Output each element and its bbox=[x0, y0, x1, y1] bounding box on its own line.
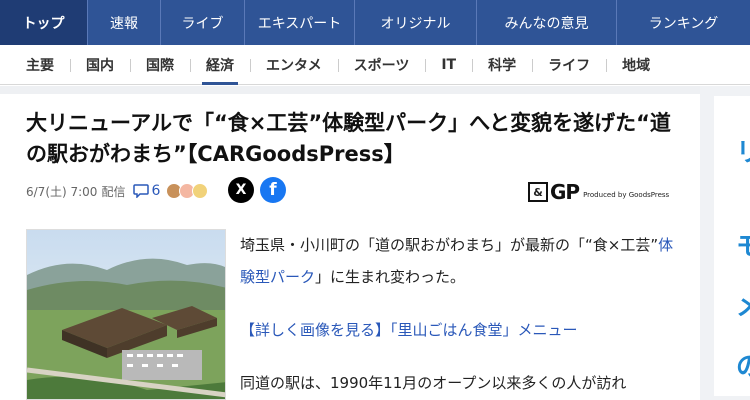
ad-banner[interactable]: リ モ メ の bbox=[714, 96, 750, 396]
category-main[interactable]: 主要 bbox=[10, 45, 70, 85]
top-nav: トップ 速報 ライブ エキスパート オリジナル みんなの意見 ランキング bbox=[0, 0, 750, 45]
publish-date: 6/7(土) 7:00 bbox=[26, 184, 98, 199]
tab-ranking[interactable]: ランキング bbox=[617, 0, 750, 45]
comments-link[interactable]: 6 bbox=[133, 183, 160, 199]
photo-illustration bbox=[27, 230, 225, 399]
page-background bbox=[0, 86, 750, 94]
publish-date-suffix: 配信 bbox=[101, 184, 126, 199]
logo-amp: & bbox=[528, 182, 548, 202]
reaction-face-icon bbox=[192, 183, 209, 199]
logo-tagline: Produced by GoodsPress bbox=[583, 191, 670, 199]
publisher-logo-mark: & GP bbox=[528, 180, 580, 204]
comment-count: 6 bbox=[151, 183, 161, 199]
tab-top[interactable]: トップ bbox=[0, 0, 88, 45]
share-facebook-button[interactable]: f bbox=[260, 177, 286, 203]
category-economy[interactable]: 経済 bbox=[190, 45, 250, 85]
tab-opinions[interactable]: みんなの意見 bbox=[477, 0, 617, 45]
publisher-logo[interactable]: & GP Produced by GoodsPress bbox=[528, 180, 670, 204]
ad-glyph: の bbox=[736, 352, 750, 382]
article-body: 埼玉県・小川町の「道の駅おがわまち」が最新の「“食×工芸”体験型パーク」に生まれ… bbox=[240, 229, 680, 400]
article-headline: 大リニューアルで「“食×工芸”体験型パーク」へと変貌を遂げた“道の駅おがわまち”… bbox=[26, 111, 671, 166]
tab-original[interactable]: オリジナル bbox=[355, 0, 477, 45]
ad-glyph: リ bbox=[736, 138, 750, 168]
paragraph-history: 同道の駅は、1990年11月のオープン以来多くの人が訪れ bbox=[240, 374, 627, 392]
paragraph-intro: 埼玉県・小川町の「道の駅おがわまち」が最新の「“食×工芸”体験型パーク」に生まれ… bbox=[240, 229, 680, 293]
paragraph-text: 埼玉県・小川町の「道の駅おがわまち」が最新の「“食×工芸” bbox=[240, 236, 659, 254]
tab-expert[interactable]: エキスパート bbox=[245, 0, 355, 45]
ad-glyph: メ bbox=[736, 292, 750, 322]
category-entertainment[interactable]: エンタメ bbox=[250, 45, 338, 85]
category-domestic[interactable]: 国内 bbox=[70, 45, 130, 85]
article: 大リニューアルで「“食×工芸”体験型パーク」へと変貌を遂げた“道の駅おがわまち”… bbox=[8, 94, 688, 400]
reaction-faces[interactable] bbox=[164, 183, 209, 199]
article-meta: 6/7(土) 7:00 配信 6 bbox=[26, 178, 209, 204]
tab-live[interactable]: ライブ bbox=[161, 0, 245, 45]
category-nav: 主要 国内 国際 経済 エンタメ スポーツ IT 科学 ライフ 地域 bbox=[0, 45, 750, 85]
share-x-button[interactable]: X bbox=[228, 177, 254, 203]
side-ad[interactable]: リ モ メ の bbox=[700, 86, 750, 400]
category-science[interactable]: 科学 bbox=[472, 45, 532, 85]
ad-glyph: モ bbox=[736, 232, 750, 262]
article-photo[interactable] bbox=[26, 229, 226, 400]
category-local[interactable]: 地域 bbox=[606, 45, 666, 85]
category-world[interactable]: 国際 bbox=[130, 45, 190, 85]
tab-breaking[interactable]: 速報 bbox=[88, 0, 161, 45]
category-it[interactable]: IT bbox=[425, 45, 472, 85]
category-life[interactable]: ライフ bbox=[532, 45, 606, 85]
paragraph-text: 」に生まれ変わった。 bbox=[315, 268, 466, 286]
category-sports[interactable]: スポーツ bbox=[337, 45, 426, 85]
comment-icon bbox=[133, 184, 150, 198]
gallery-link[interactable]: 【詳しく画像を見る】「里山ごはん食堂」メニュー bbox=[240, 314, 680, 346]
logo-gp: GP bbox=[550, 180, 580, 204]
